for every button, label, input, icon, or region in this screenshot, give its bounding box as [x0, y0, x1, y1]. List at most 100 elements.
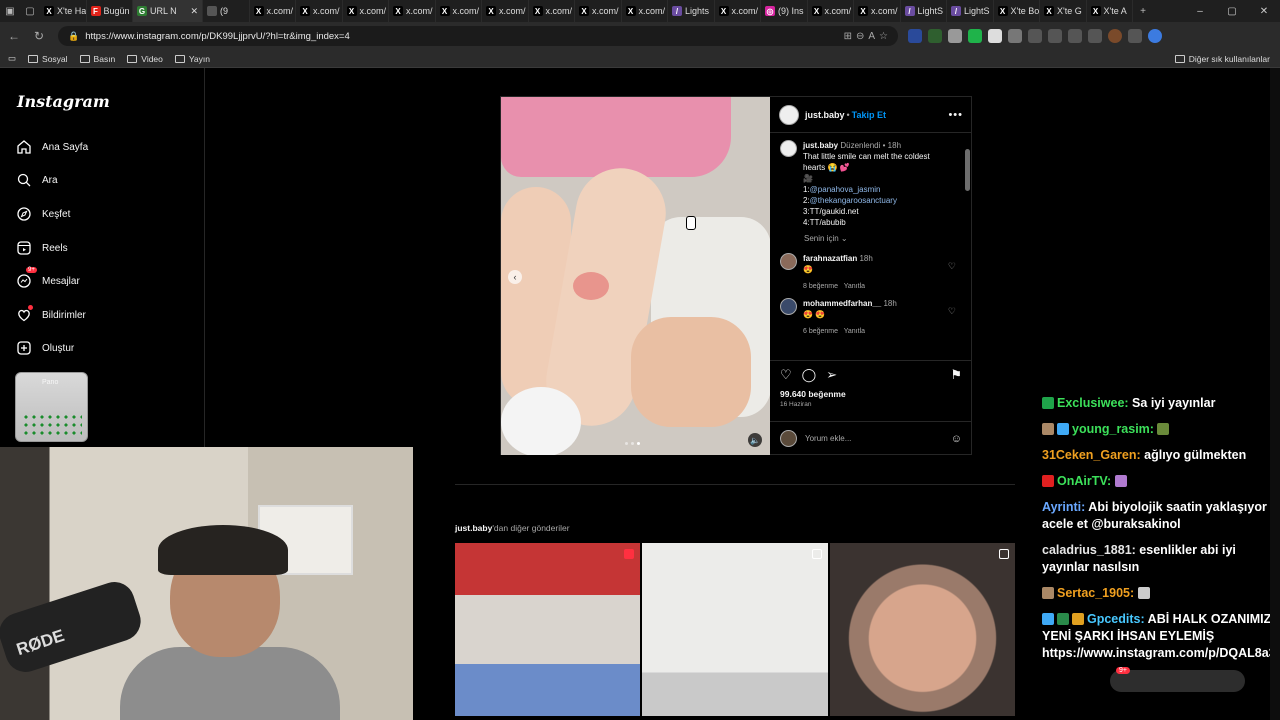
commenter-avatar[interactable] [780, 298, 797, 315]
instagram-logo[interactable]: Instagram [17, 92, 110, 111]
page-scrollbar[interactable] [1270, 68, 1280, 720]
more-options-icon[interactable]: ••• [948, 109, 963, 121]
browser-tab[interactable]: Xx.com/ [343, 0, 389, 22]
bookmark-folder-yayin[interactable]: Yayın [174, 54, 210, 64]
like-icon[interactable]: ♡ [780, 367, 792, 383]
copilot-icon[interactable] [1148, 29, 1162, 43]
browser-tab[interactable]: X X'te G [1040, 0, 1087, 22]
browser-tab[interactable]: Xx.com/ [296, 0, 343, 22]
post-thumbnail[interactable] [642, 543, 828, 716]
browser-tab[interactable]: X X'te A [1087, 0, 1133, 22]
comment-likes[interactable]: 8 beğenme [803, 283, 838, 290]
browser-tab[interactable]: Xx.com/ [622, 0, 668, 22]
sidebar-item-create[interactable]: Oluştur [16, 340, 74, 356]
zoom-icon[interactable]: ⊖ [856, 31, 864, 42]
author-username[interactable]: just.baby [805, 110, 845, 120]
other-bookmarks[interactable]: Diğer sık kullanılanlar [1174, 54, 1270, 64]
browser-tab[interactable]: Xx.com/ [715, 0, 761, 22]
extensions-puzzle-icon[interactable] [1028, 29, 1042, 43]
emoji-icon[interactable]: ☺ [951, 433, 962, 445]
post-media[interactable]: ‹ 🔈 [501, 97, 770, 455]
scrollbar-thumb[interactable] [965, 149, 970, 191]
favorites-icon[interactable] [1068, 29, 1082, 43]
previous-image-button[interactable]: ‹ [508, 270, 522, 284]
bookmarks-toggle-icon[interactable]: ▭ [8, 53, 16, 64]
browser-tab[interactable]: / LightS [947, 0, 994, 22]
browser-tab[interactable]: / Lights [668, 0, 715, 22]
extension-icon[interactable] [1008, 29, 1022, 43]
browser-tab[interactable]: Xx.com/ [529, 0, 575, 22]
post-thumbnail[interactable] [829, 543, 1015, 716]
browser-tab[interactable]: / LightS [901, 0, 947, 22]
like-count[interactable]: 99.640 beğenme [780, 389, 962, 399]
author-avatar[interactable] [779, 104, 799, 125]
bookmark-folder-sosyal[interactable]: Sosyal [28, 54, 68, 64]
browser-tab[interactable]: Xx.com/ [389, 0, 436, 22]
app-icon[interactable]: ⊞ [844, 31, 852, 42]
browser-tab[interactable]: Xx.com/ [250, 0, 296, 22]
bookmark-icon[interactable]: ⚑ [950, 367, 962, 383]
back-icon[interactable]: ← [3, 25, 25, 47]
browser-tab[interactable]: Xx.com/ [482, 0, 529, 22]
url-input[interactable]: 🔒 https://www.instagram.com/p/DK99Ljjprv… [58, 26, 898, 46]
reply-button[interactable]: Yanıtla [844, 283, 865, 290]
browser-tab[interactable]: Xx.com/ [808, 0, 854, 22]
sidebar-item-reels[interactable]: Reels [16, 240, 68, 256]
commenter-username[interactable]: mohammedfarhan__ [803, 299, 881, 308]
browser-essentials-icon[interactable] [1088, 29, 1102, 43]
share-icon[interactable]: ➢ [826, 367, 837, 383]
maximize-icon[interactable]: ▢ [1216, 0, 1248, 22]
like-comment-icon[interactable]: ♡ [948, 306, 956, 317]
close-icon[interactable]: ✕ [1248, 0, 1280, 22]
for-you-filter[interactable]: Senin için ⌄ [804, 234, 962, 243]
browser-tab[interactable]: G URL N ✕ [133, 0, 203, 22]
browser-tab[interactable]: (9 [203, 0, 250, 22]
extension-icon[interactable] [968, 29, 982, 43]
split-screen-icon[interactable] [1048, 29, 1062, 43]
sidebar-item-explore[interactable]: Keşfet [16, 206, 70, 222]
sidebar-item-notifications[interactable]: Bildirimler [16, 305, 86, 323]
browser-tab[interactable]: ◎ (9) Ins [761, 0, 808, 22]
close-tab-icon[interactable]: ✕ [190, 6, 198, 17]
reload-icon[interactable]: ↻ [28, 25, 50, 47]
browser-tab[interactable]: X X'te Ha [40, 0, 87, 22]
tab-actions-icon[interactable]: ▢ [20, 0, 40, 22]
read-aloud-icon[interactable]: A [868, 31, 875, 42]
caption-avatar[interactable] [780, 140, 797, 157]
sidebar-item-messages[interactable]: 9+ Mesajlar [16, 267, 80, 289]
more-posts-user[interactable]: just.baby [455, 523, 492, 533]
sidebar-item-search[interactable]: Ara [16, 172, 58, 188]
bookmark-folder-video[interactable]: Video [127, 54, 163, 64]
browser-tab[interactable]: Xx.com/ [436, 0, 482, 22]
comments-scrollbar[interactable] [965, 137, 970, 355]
comments-panel[interactable]: just.baby Düzenlendi • 18h That little s… [770, 134, 972, 360]
workspaces-icon[interactable]: ▣ [0, 0, 20, 22]
minimize-icon[interactable]: – [1184, 0, 1216, 22]
comment-likes[interactable]: 6 beğenme [803, 328, 838, 335]
extension-icon[interactable] [928, 29, 942, 43]
messages-popup-pill[interactable]: 9+ [1110, 667, 1245, 692]
extension-icon[interactable] [948, 29, 962, 43]
comment-icon[interactable]: ◯ [802, 367, 817, 383]
browser-tab[interactable]: Xx.com/ [575, 0, 622, 22]
sidebar-item-home[interactable]: Ana Sayfa [16, 139, 88, 155]
mention-link[interactable]: @thekangaroosanctuary [810, 196, 897, 205]
extension-icon[interactable] [908, 29, 922, 43]
browser-tab[interactable]: Xx.com/ [854, 0, 901, 22]
favorite-star-icon[interactable]: ☆ [879, 31, 888, 42]
browser-tab[interactable]: F Bugün [87, 0, 133, 22]
like-comment-icon[interactable]: ♡ [948, 261, 956, 272]
extension-icon[interactable] [988, 29, 1002, 43]
comment-input[interactable]: Yorum ekle... [805, 434, 851, 443]
profile-avatar[interactable] [1108, 29, 1122, 43]
commenter-avatar[interactable] [780, 253, 797, 270]
bookmark-folder-basin[interactable]: Basın [79, 54, 115, 64]
reply-button[interactable]: Yanıtla [844, 328, 865, 335]
menu-dots-icon[interactable] [1128, 29, 1142, 43]
mention-link[interactable]: @panahova_jasmin [810, 185, 881, 194]
follow-button[interactable]: Takip Et [852, 110, 886, 120]
browser-tab[interactable]: X X'te Bo [994, 0, 1040, 22]
commenter-username[interactable]: farahnazatfian [803, 254, 857, 263]
caption-username[interactable]: just.baby [803, 141, 838, 150]
mute-button[interactable]: 🔈 [748, 433, 762, 447]
